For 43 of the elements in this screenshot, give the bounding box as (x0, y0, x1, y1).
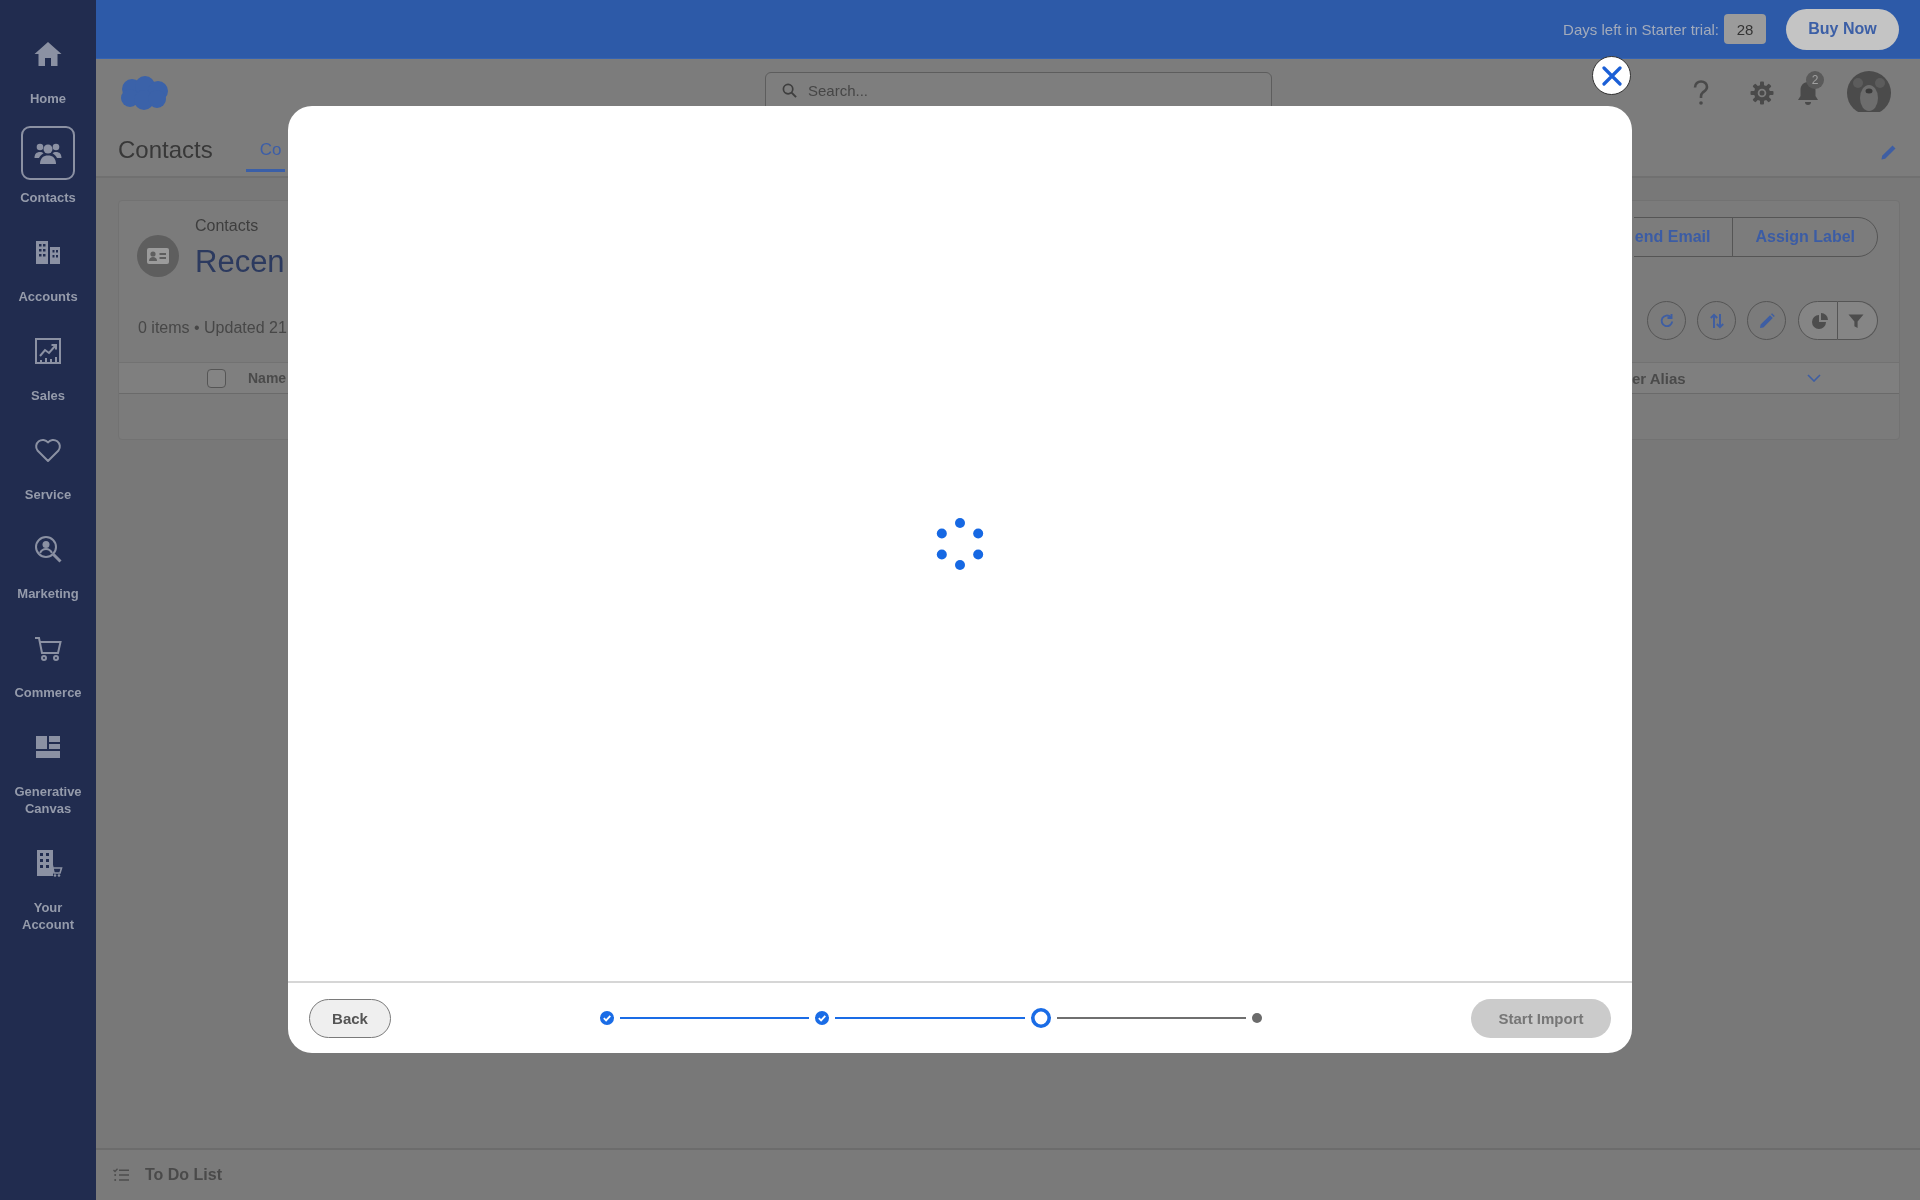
filter-button[interactable] (1838, 301, 1878, 340)
sidebar-item[interactable]: Home (0, 27, 96, 107)
check-circle-icon[interactable] (815, 1011, 830, 1025)
help-icon[interactable] (1692, 80, 1710, 106)
app-name: Contacts (118, 135, 213, 165)
list-view-title[interactable]: Recen (195, 243, 285, 281)
notification-badge: 2 (1806, 71, 1824, 89)
pie-chart-icon (1812, 312, 1828, 329)
object-label: Contacts (195, 217, 259, 235)
sidebar-item[interactable]: Commerce (0, 621, 96, 701)
sidebar-item[interactable]: Marketing (0, 522, 96, 602)
check-circle-icon[interactable] (600, 1011, 614, 1025)
pencil-icon[interactable] (1880, 143, 1898, 161)
sidebar-item[interactable]: Your Account (0, 836, 96, 933)
cloud-logo[interactable] (118, 76, 169, 110)
avatar-icon[interactable] (1847, 71, 1891, 115)
sidebar-item[interactable]: Sales (0, 324, 96, 404)
back-button[interactable]: Back (309, 998, 391, 1038)
search-icon (782, 83, 797, 98)
sort-icon (1708, 312, 1725, 329)
chevron-down-icon[interactable] (1807, 374, 1821, 382)
pencil-icon (1758, 312, 1775, 329)
search-field[interactable]: Search... (765, 72, 1272, 108)
checklist-icon[interactable] (113, 1168, 129, 1182)
sidebar-item[interactable]: Service (0, 423, 96, 503)
sidebar-item[interactable]: Accounts (0, 225, 96, 305)
ring-icon[interactable] (1030, 1008, 1051, 1028)
chart-button[interactable] (1798, 301, 1838, 340)
refresh-button[interactable] (1647, 301, 1686, 340)
trial-label: Days left in Starter trial: (1563, 20, 1719, 38)
filter-icon (1847, 312, 1864, 329)
sidebar-item[interactable]: Generative Canvas (0, 720, 96, 817)
close-icon (1601, 65, 1622, 86)
checkbox[interactable] (207, 368, 226, 388)
days-counter: 28 (1724, 14, 1766, 44)
edit-button[interactable] (1747, 301, 1786, 340)
buy-now-button[interactable]: Buy Now (1786, 8, 1899, 50)
contact-card-icon (137, 235, 179, 277)
settings-icon[interactable] (1750, 81, 1774, 105)
sidebar-item[interactable]: Contacts (0, 126, 96, 206)
dot-icon[interactable] (1252, 1013, 1262, 1023)
sort-button[interactable] (1697, 301, 1736, 340)
refresh-icon (1658, 312, 1675, 329)
